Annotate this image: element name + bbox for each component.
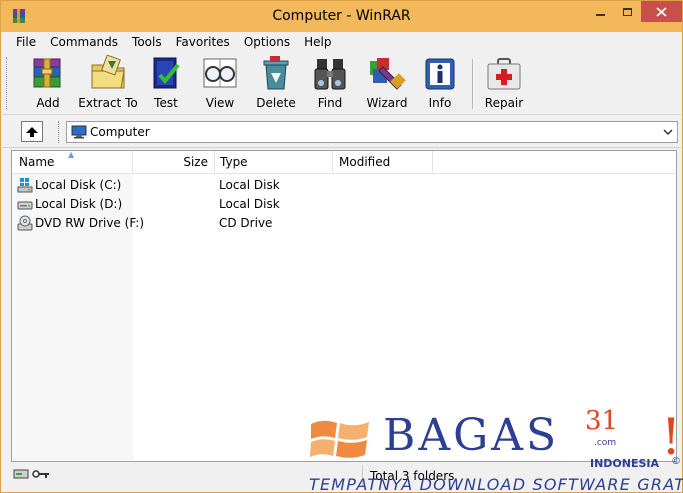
- view-glasses-icon: [203, 58, 237, 88]
- up-one-level-button[interactable]: [21, 121, 43, 142]
- info-label: Info: [428, 96, 452, 110]
- delete-button[interactable]: Delete: [254, 55, 298, 113]
- item-name: Local Disk (D:): [35, 197, 123, 211]
- view-button[interactable]: View: [198, 55, 242, 113]
- address-combobox[interactable]: Computer: [66, 121, 678, 143]
- add-button[interactable]: Add: [22, 55, 74, 113]
- sort-ascending-icon: ▲: [68, 150, 75, 159]
- column-name-label: Name: [19, 155, 55, 169]
- info-button[interactable]: Info: [420, 55, 460, 113]
- winrar-window: Computer - WinRAR File Commands Tools Fa…: [0, 0, 683, 493]
- column-header-modified[interactable]: Modified: [333, 151, 433, 173]
- maximize-icon: [623, 7, 632, 16]
- close-button[interactable]: [641, 1, 682, 22]
- computer-icon: [71, 125, 87, 139]
- test-label: Test: [154, 96, 178, 110]
- title-bar[interactable]: Computer - WinRAR: [1, 1, 682, 32]
- list-item[interactable]: Local Disk (C:) Local Disk: [12, 176, 676, 195]
- status-icons: [13, 468, 50, 480]
- menu-help[interactable]: Help: [297, 32, 338, 53]
- menu-favorites[interactable]: Favorites: [169, 32, 237, 53]
- wizard-label: Wizard: [366, 96, 408, 110]
- up-arrow-icon: [26, 126, 38, 137]
- key-icon[interactable]: [32, 468, 50, 480]
- list-header: Name ▲ Size Type Modified: [12, 150, 676, 174]
- address-value: Computer: [90, 125, 150, 139]
- repair-button[interactable]: Repair: [482, 55, 526, 113]
- file-list[interactable]: Name ▲ Size Type Modified Local Disk (C:…: [11, 150, 677, 462]
- list-item[interactable]: Local Disk (D:) Local Disk: [12, 195, 676, 214]
- delete-label: Delete: [256, 96, 296, 110]
- item-type: CD Drive: [219, 216, 273, 230]
- toolbar-separator: [472, 59, 474, 109]
- view-label: View: [205, 96, 235, 110]
- address-grip[interactable]: [58, 121, 61, 143]
- dvd-drive-icon: [17, 215, 33, 231]
- extract-to-button[interactable]: Extract To: [78, 55, 138, 113]
- close-icon: [656, 6, 667, 17]
- add-archive-icon: [33, 58, 61, 88]
- info-icon: [425, 58, 455, 90]
- toolbar-grip[interactable]: [6, 57, 9, 109]
- minimize-button[interactable]: [587, 1, 614, 22]
- chevron-down-icon[interactable]: [662, 125, 674, 139]
- extract-folder-icon: [91, 55, 125, 89]
- test-icon: [153, 57, 180, 89]
- column-header-size[interactable]: Size: [133, 151, 215, 173]
- item-type: Local Disk: [219, 178, 280, 192]
- item-name: Local Disk (C:): [35, 178, 122, 192]
- window-title: Computer - WinRAR: [272, 8, 411, 24]
- maximize-button[interactable]: [614, 1, 641, 22]
- column-header-type[interactable]: Type: [215, 151, 333, 173]
- find-binoculars-icon: [314, 59, 346, 90]
- menu-tools[interactable]: Tools: [125, 32, 169, 53]
- find-button[interactable]: Find: [310, 55, 350, 113]
- repair-label: Repair: [484, 96, 524, 110]
- find-label: Find: [317, 96, 343, 110]
- add-label: Add: [36, 96, 60, 110]
- minimize-icon: [596, 13, 605, 16]
- menu-bar: File Commands Tools Favorites Options He…: [2, 32, 681, 53]
- item-type: Local Disk: [219, 197, 280, 211]
- extract-to-label: Extract To: [78, 96, 138, 110]
- item-name: DVD RW Drive (F:): [35, 216, 145, 230]
- hard-drive-icon: [17, 201, 33, 210]
- repair-first-aid-icon: [487, 58, 521, 90]
- test-button[interactable]: Test: [144, 55, 188, 113]
- drive-status-icon[interactable]: [13, 468, 29, 480]
- list-item[interactable]: DVD RW Drive (F:) CD Drive: [12, 214, 676, 233]
- menu-options[interactable]: Options: [237, 32, 297, 53]
- delete-recycle-icon: [263, 56, 289, 90]
- address-bar: Computer: [2, 116, 681, 148]
- status-text: Total 3 folders: [370, 469, 455, 483]
- menu-commands[interactable]: Commands: [43, 32, 125, 53]
- status-bar: Total 3 folders: [2, 463, 681, 492]
- wizard-button[interactable]: Wizard: [364, 55, 410, 113]
- menu-file[interactable]: File: [9, 32, 43, 53]
- column-header-name[interactable]: Name ▲: [12, 150, 133, 173]
- toolbar: Add Extract To Test View Delete Find Wiz…: [2, 53, 681, 115]
- windows-drive-icon: [17, 178, 33, 193]
- wizard-icon: [370, 58, 406, 90]
